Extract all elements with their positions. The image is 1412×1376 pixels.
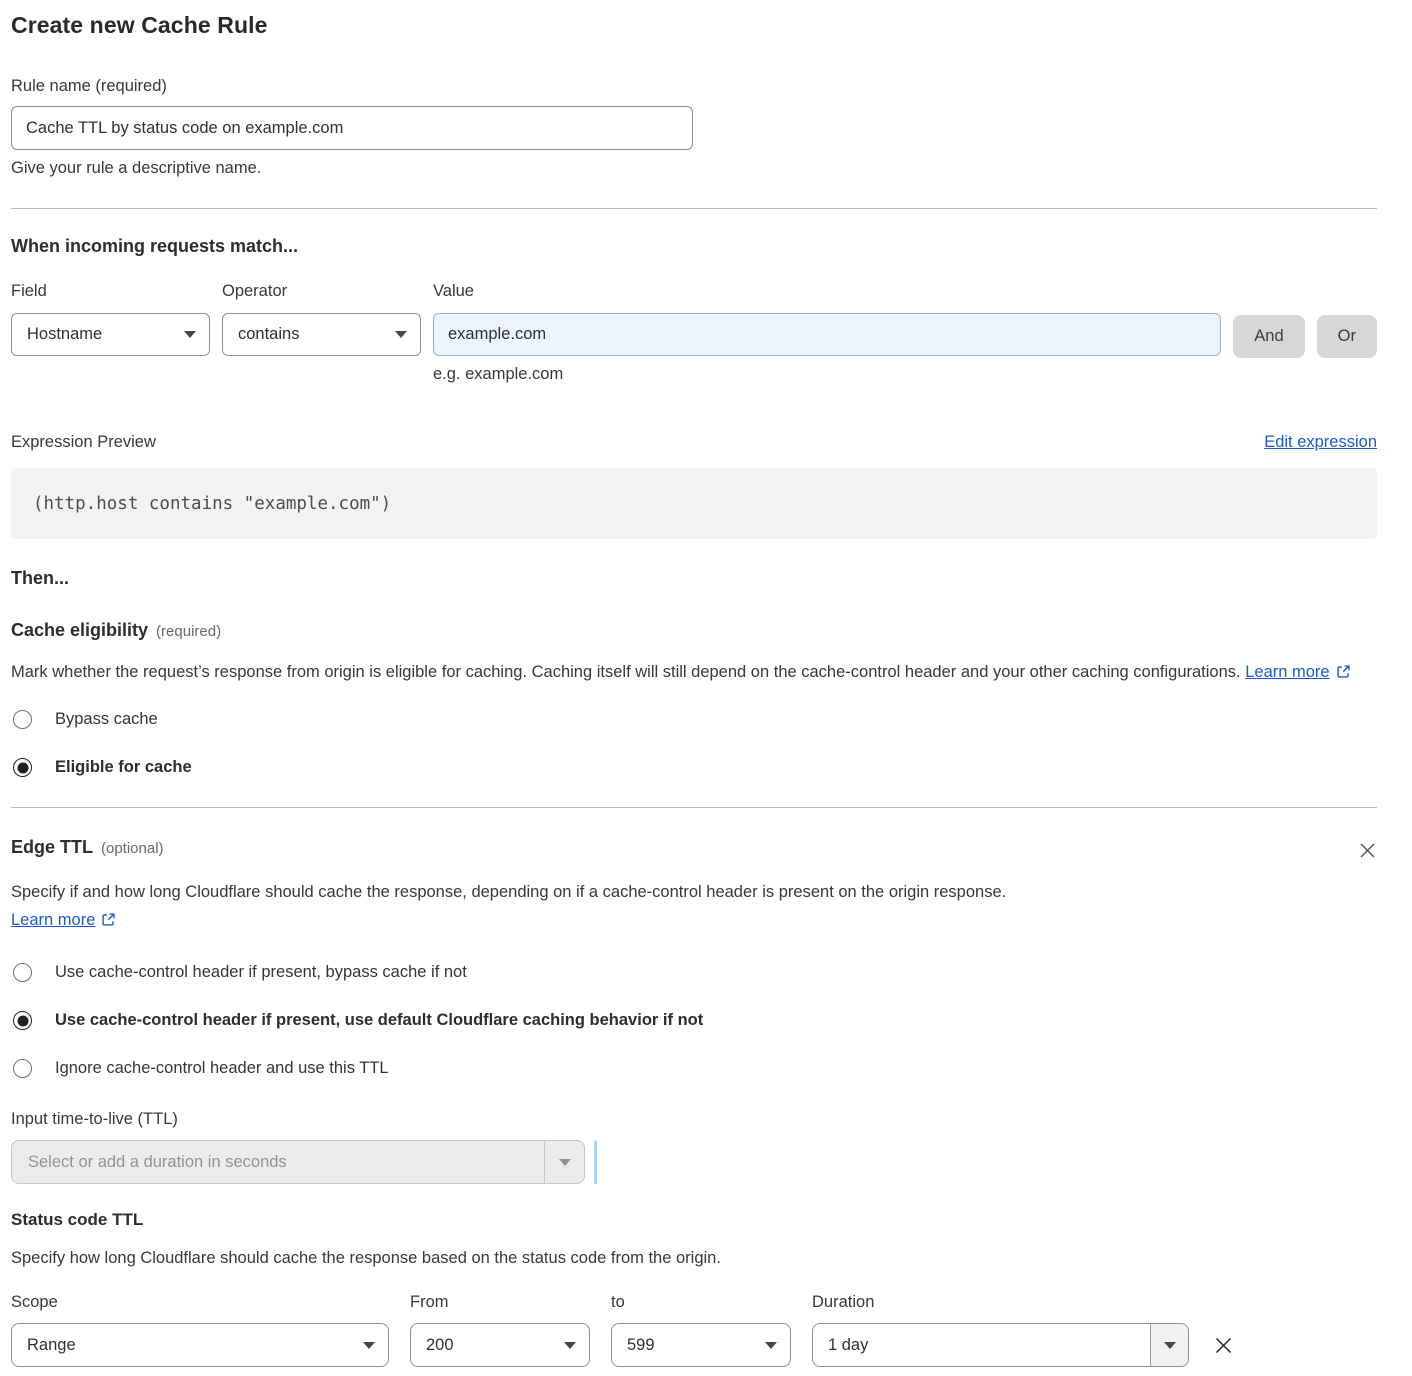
rule-name-helper: Give your rule a descriptive name. (11, 159, 1377, 178)
rule-name-label: Rule name (required) (11, 77, 1377, 96)
radio-eligible-for-cache[interactable]: Eligible for cache (11, 758, 1377, 777)
close-icon[interactable] (1358, 837, 1377, 865)
page-title: Create new Cache Rule (11, 12, 1377, 39)
chevron-down-icon (765, 1342, 777, 1349)
to-select-value: 599 (627, 1336, 655, 1355)
from-select-value: 200 (426, 1336, 454, 1355)
delete-row-icon[interactable] (1213, 1293, 1234, 1361)
cache-eligibility-description: Mark whether the request’s response from… (11, 658, 1356, 686)
radio-bypass-cache[interactable]: Bypass cache (11, 710, 1377, 729)
duration-label: Duration (812, 1293, 1189, 1312)
ttl-input-label: Input time-to-live (TTL) (11, 1110, 1377, 1129)
duration-select-value: 1 day (813, 1324, 1150, 1366)
ttl-duration-placeholder: Select or add a duration in seconds (12, 1141, 544, 1183)
or-button[interactable]: Or (1317, 315, 1377, 358)
expression-preview-code: (http.host contains "example.com") (11, 468, 1377, 539)
edge-ttl-learn-more-link[interactable]: Learn more (11, 911, 95, 929)
value-label: Value (433, 282, 1221, 301)
chevron-down-icon (564, 1342, 576, 1349)
from-select[interactable]: 200 (410, 1323, 590, 1367)
status-code-ttl-description: Specify how long Cloudflare should cache… (11, 1244, 1377, 1272)
to-select[interactable]: 599 (611, 1323, 791, 1367)
edge-ttl-description: Specify if and how long Cloudflare shoul… (11, 878, 1111, 934)
radio-ignore-header[interactable]: Ignore cache-control header and use this… (11, 1059, 1377, 1078)
edge-ttl-optional-tag: (optional) (101, 840, 164, 857)
external-link-icon (101, 912, 116, 927)
value-helper: e.g. example.com (433, 365, 1221, 384)
radio-use-header-default[interactable]: Use cache-control header if present, use… (11, 1011, 1377, 1030)
match-builder-row: Field Hostname Operator contains Value e… (11, 282, 1377, 384)
edge-ttl-heading: Edge TTL (11, 837, 93, 858)
status-code-ttl-heading: Status code TTL (11, 1210, 1377, 1230)
scope-select[interactable]: Range (11, 1323, 389, 1367)
scope-label: Scope (11, 1293, 389, 1312)
operator-select-value: contains (238, 325, 299, 344)
radio-circle-icon (13, 963, 32, 982)
radio-selected-icon (13, 1011, 32, 1030)
operator-select[interactable]: contains (222, 313, 421, 356)
expression-preview-label: Expression Preview (11, 433, 156, 452)
section-divider (11, 807, 1377, 808)
radio-circle-icon (13, 1059, 32, 1078)
chevron-down-icon (395, 331, 407, 338)
section-divider (11, 208, 1377, 209)
cache-eligibility-learn-more-link[interactable]: Learn more (1245, 663, 1329, 681)
scope-select-value: Range (27, 1336, 76, 1355)
match-heading: When incoming requests match... (11, 236, 1377, 257)
value-input[interactable] (433, 313, 1221, 356)
chevron-down-icon[interactable] (544, 1141, 584, 1183)
from-label: From (410, 1293, 590, 1312)
chevron-down-icon (184, 331, 196, 338)
radio-circle-icon (13, 710, 32, 729)
and-button[interactable]: And (1233, 315, 1304, 358)
duration-select[interactable]: 1 day (812, 1323, 1189, 1367)
cache-eligibility-heading: Cache eligibility (11, 620, 148, 641)
chevron-down-icon[interactable] (1150, 1324, 1188, 1366)
radio-use-header-bypass[interactable]: Use cache-control header if present, byp… (11, 963, 1377, 982)
rule-name-input[interactable] (11, 106, 693, 150)
to-label: to (611, 1293, 791, 1312)
field-label: Field (11, 282, 210, 301)
then-heading: Then... (11, 568, 1377, 589)
chevron-down-icon (363, 1342, 375, 1349)
operator-label: Operator (222, 282, 421, 301)
external-link-icon (1336, 664, 1351, 679)
field-select-value: Hostname (27, 325, 102, 344)
field-select[interactable]: Hostname (11, 313, 210, 356)
status-code-ttl-row: Scope Range From 200 to 599 Duration 1 d… (11, 1293, 1377, 1367)
text-cursor-bar (594, 1141, 597, 1184)
edit-expression-link[interactable]: Edit expression (1264, 433, 1377, 452)
create-cache-rule-form: Create new Cache Rule Rule name (require… (11, 0, 1377, 1367)
cache-eligibility-required-tag: (required) (156, 623, 221, 640)
ttl-duration-select[interactable]: Select or add a duration in seconds (11, 1140, 585, 1184)
radio-selected-icon (13, 758, 32, 777)
